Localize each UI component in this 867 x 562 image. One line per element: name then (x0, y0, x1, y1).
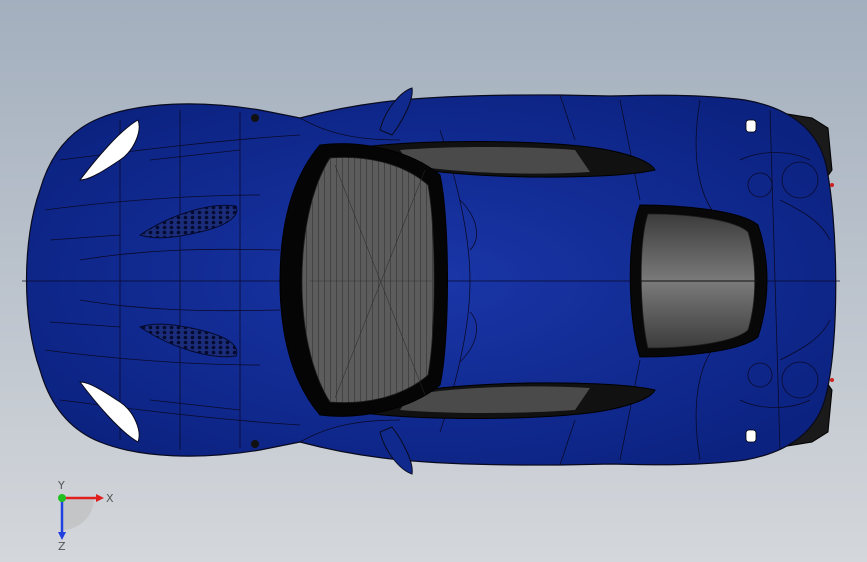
x-axis-label: X (106, 492, 114, 505)
graphics-viewport[interactable]: X Y Z (0, 0, 867, 562)
rear-marker-top (830, 183, 834, 187)
front-sensor-bottom (251, 440, 259, 448)
windshield-glass (301, 157, 435, 403)
y-axis-label: Y (57, 480, 65, 492)
car-model-top-view[interactable] (0, 0, 867, 562)
orientation-triad[interactable]: X Y Z (40, 480, 120, 550)
y-axis-dot-icon (58, 494, 66, 502)
taillight-bottom (745, 429, 757, 443)
triad-quadrant-shade (62, 498, 94, 530)
z-axis-arrow-icon (58, 532, 66, 540)
front-sensor-top (251, 114, 259, 122)
x-axis-arrow-icon (96, 494, 104, 502)
z-axis-label: Z (58, 540, 66, 550)
rear-marker-bottom (830, 378, 834, 382)
taillight-top (745, 119, 757, 133)
